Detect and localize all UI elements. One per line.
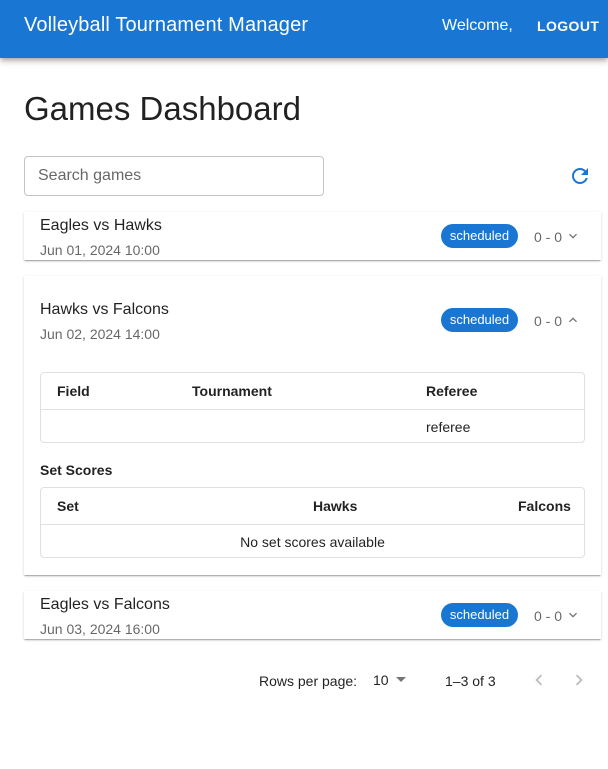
set-scores-table: Set Hawks Falcons No set scores availabl…: [40, 487, 585, 558]
table-divider: [41, 524, 584, 525]
game-title: Hawks vs Falcons: [40, 301, 169, 318]
game-date: Jun 03, 2024 16:00: [40, 621, 160, 637]
chevron-down-icon[interactable]: [565, 228, 581, 244]
app-bar: Volleyball Tournament Manager Welcome, L…: [0, 0, 608, 58]
search-input[interactable]: [25, 157, 323, 195]
search-field[interactable]: [24, 156, 324, 196]
previous-page-button[interactable]: [527, 668, 551, 692]
game-card[interactable]: Eagles vs Hawks Jun 01, 2024 10:00 sched…: [24, 212, 601, 260]
rows-per-page-value: 10: [373, 672, 389, 688]
rows-per-page-select[interactable]: 10: [373, 666, 413, 694]
column-header-tournament: Tournament: [192, 383, 272, 399]
rows-per-page-label: Rows per page:: [259, 673, 358, 689]
column-header-referee: Referee: [426, 383, 478, 399]
game-date: Jun 02, 2024 14:00: [40, 326, 160, 342]
chevron-left-icon: [535, 674, 543, 686]
status-badge: scheduled: [441, 603, 518, 627]
pagination-range: 1–3 of 3: [445, 673, 496, 689]
game-date: Jun 01, 2024 10:00: [40, 242, 160, 258]
refresh-icon: [572, 168, 588, 184]
game-title: Eagles vs Hawks: [40, 217, 162, 234]
next-page-button[interactable]: [567, 668, 591, 692]
empty-state-text: No set scores available: [240, 534, 385, 550]
game-details-table: Field Tournament Referee referee: [40, 372, 585, 443]
game-card-expanded[interactable]: Hawks vs Falcons Jun 02, 2024 14:00 sche…: [24, 276, 601, 575]
refresh-button[interactable]: [566, 162, 594, 190]
column-header-team-2: Falcons: [518, 498, 571, 514]
game-score: 0 - 0: [534, 608, 563, 624]
status-badge: scheduled: [441, 224, 518, 248]
dropdown-arrow-icon: [396, 677, 406, 682]
game-title: Eagles vs Falcons: [40, 596, 170, 613]
welcome-text: Welcome,: [442, 17, 513, 34]
set-scores-label: Set Scores: [40, 462, 113, 478]
game-card[interactable]: Eagles vs Falcons Jun 03, 2024 16:00 sch…: [24, 591, 601, 639]
chevron-up-icon[interactable]: [565, 312, 581, 328]
cell-referee: referee: [426, 419, 471, 435]
status-badge: scheduled: [441, 308, 518, 332]
game-score: 0 - 0: [534, 229, 563, 245]
app-title: Volleyball Tournament Manager: [24, 14, 309, 36]
chevron-right-icon: [575, 674, 583, 686]
game-score: 0 - 0: [534, 313, 563, 329]
page-title: Games Dashboard: [24, 90, 301, 127]
chevron-down-icon[interactable]: [565, 607, 581, 623]
column-header-set: Set: [57, 498, 79, 514]
column-header-field: Field: [57, 383, 90, 399]
table-divider: [41, 409, 584, 410]
logout-button[interactable]: LOGOUT: [529, 10, 607, 42]
column-header-team-1: Hawks: [313, 498, 358, 514]
